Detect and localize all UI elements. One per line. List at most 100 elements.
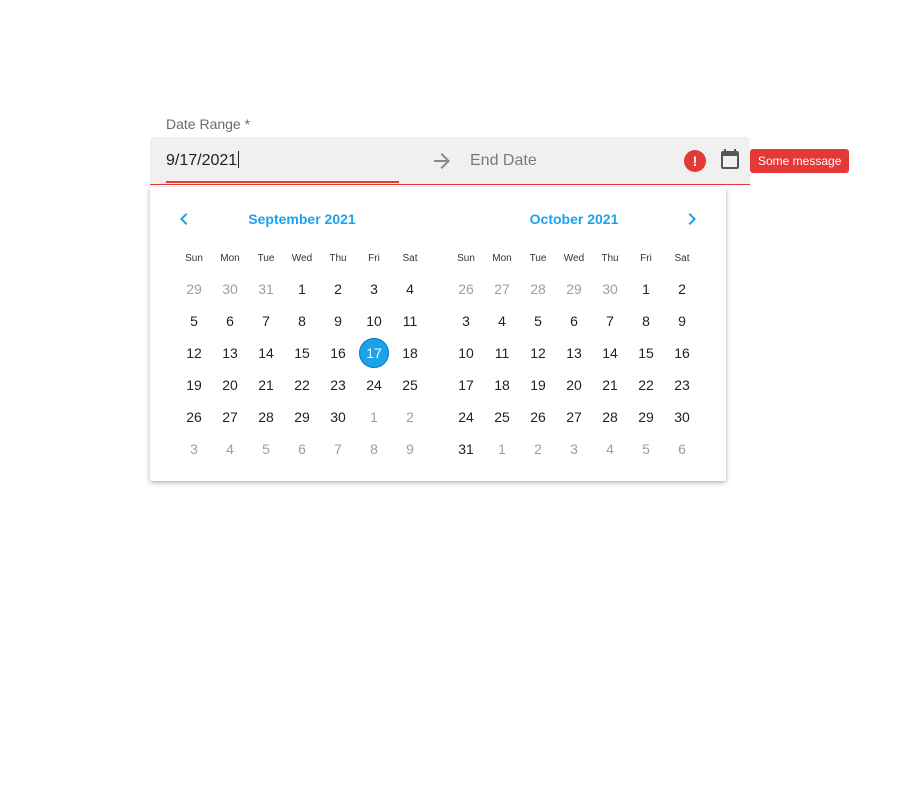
day-cell[interactable]: 1	[628, 273, 664, 305]
day-cell[interactable]: 28	[248, 401, 284, 433]
day-cell[interactable]: 9	[392, 433, 428, 465]
day-cell[interactable]: 12	[176, 337, 212, 369]
start-date-input[interactable]: 9/17/2021	[166, 137, 399, 183]
day-cell[interactable]: 30	[212, 273, 248, 305]
day-cell[interactable]: 26	[176, 401, 212, 433]
day-cell[interactable]: 1	[356, 401, 392, 433]
day-number: 9	[678, 313, 686, 329]
day-cell[interactable]: 29	[556, 273, 592, 305]
day-cell[interactable]: 27	[484, 273, 520, 305]
day-cell[interactable]: 10	[356, 305, 392, 337]
day-cell[interactable]: 26	[520, 401, 556, 433]
day-number: 26	[186, 409, 202, 425]
day-cell[interactable]: 6	[664, 433, 700, 465]
day-cell[interactable]: 4	[484, 305, 520, 337]
day-cell[interactable]: 31	[248, 273, 284, 305]
day-cell[interactable]: 19	[520, 369, 556, 401]
error-tooltip: Some message	[750, 149, 850, 173]
day-cell[interactable]: 12	[520, 337, 556, 369]
day-cell[interactable]: 10	[448, 337, 484, 369]
day-cell[interactable]: 16	[664, 337, 700, 369]
day-cell[interactable]: 6	[284, 433, 320, 465]
day-cell[interactable]: 27	[212, 401, 248, 433]
day-cell[interactable]: 24	[356, 369, 392, 401]
day-cell[interactable]: 26	[448, 273, 484, 305]
day-cell[interactable]: 20	[212, 369, 248, 401]
day-cell[interactable]: 5	[176, 305, 212, 337]
day-cell[interactable]: 23	[664, 369, 700, 401]
day-cell[interactable]: 25	[484, 401, 520, 433]
day-cell[interactable]: 8	[284, 305, 320, 337]
day-cell[interactable]: 5	[520, 305, 556, 337]
day-cell[interactable]: 15	[284, 337, 320, 369]
day-cell[interactable]: 30	[320, 401, 356, 433]
day-cell[interactable]: 30	[664, 401, 700, 433]
day-cell[interactable]: 16	[320, 337, 356, 369]
day-cell[interactable]: 22	[628, 369, 664, 401]
day-cell[interactable]: 14	[592, 337, 628, 369]
day-cell[interactable]: 6	[212, 305, 248, 337]
day-cell[interactable]: 8	[628, 305, 664, 337]
day-cell[interactable]: 4	[212, 433, 248, 465]
day-cell[interactable]: 25	[392, 369, 428, 401]
day-cell[interactable]: 21	[248, 369, 284, 401]
day-cell[interactable]: 14	[248, 337, 284, 369]
day-cell[interactable]: 28	[592, 401, 628, 433]
day-cell[interactable]: 24	[448, 401, 484, 433]
day-cell[interactable]: 7	[592, 305, 628, 337]
day-cell[interactable]: 11	[484, 337, 520, 369]
day-cell[interactable]: 23	[320, 369, 356, 401]
day-cell[interactable]: 3	[448, 305, 484, 337]
day-cell[interactable]: 3	[176, 433, 212, 465]
day-number: 17	[359, 338, 389, 368]
day-cell[interactable]: 30	[592, 273, 628, 305]
day-cell[interactable]: 5	[628, 433, 664, 465]
day-cell[interactable]: 4	[592, 433, 628, 465]
day-cell[interactable]: 2	[520, 433, 556, 465]
day-number: 23	[674, 377, 690, 393]
day-cell[interactable]: 2	[320, 273, 356, 305]
day-cell[interactable]: 3	[556, 433, 592, 465]
day-cell[interactable]: 19	[176, 369, 212, 401]
day-cell[interactable]: 15	[628, 337, 664, 369]
day-cell[interactable]: 27	[556, 401, 592, 433]
day-cell[interactable]: 5	[248, 433, 284, 465]
day-grid: 26 27 28 29 30 1 2 3 4 5 6 7 8 9 10 11 12 13 14 15 16 17 18 19 2…	[448, 273, 700, 465]
day-cell[interactable]: 17	[448, 369, 484, 401]
day-cell[interactable]: 29	[176, 273, 212, 305]
day-cell[interactable]: 18	[392, 337, 428, 369]
day-cell[interactable]: 28	[520, 273, 556, 305]
day-cell[interactable]: 2	[664, 273, 700, 305]
day-cell[interactable]: 6	[556, 305, 592, 337]
day-cell[interactable]: 8	[356, 433, 392, 465]
day-cell[interactable]: 2	[392, 401, 428, 433]
day-cell[interactable]: 7	[320, 433, 356, 465]
end-date-input[interactable]: End Date	[470, 137, 537, 184]
day-cell[interactable]: 31	[448, 433, 484, 465]
day-cell[interactable]: 13	[212, 337, 248, 369]
day-cell[interactable]: 22	[284, 369, 320, 401]
day-number: 1	[370, 409, 378, 425]
day-cell[interactable]: 21	[592, 369, 628, 401]
day-cell[interactable]: 7	[248, 305, 284, 337]
month-title: September 2021	[248, 211, 356, 227]
day-cell[interactable]: 1	[484, 433, 520, 465]
day-number: 2	[406, 409, 414, 425]
day-cell[interactable]: 29	[628, 401, 664, 433]
calendar-icon[interactable]	[718, 148, 742, 172]
day-cell[interactable]: 18	[484, 369, 520, 401]
weekday-label: Thu	[601, 253, 619, 264]
day-cell[interactable]: 4	[392, 273, 428, 305]
day-number: 29	[638, 409, 654, 425]
day-cell[interactable]: 9	[664, 305, 700, 337]
day-cell[interactable]: 13	[556, 337, 592, 369]
weekday-label: Sat	[674, 253, 690, 264]
day-cell[interactable]: 20	[556, 369, 592, 401]
day-cell[interactable]: 11	[392, 305, 428, 337]
day-cell[interactable]: 3	[356, 273, 392, 305]
day-cell[interactable]: 9	[320, 305, 356, 337]
day-cell[interactable]: 29	[284, 401, 320, 433]
selected-day-cell[interactable]: 17	[356, 337, 392, 369]
day-cell[interactable]: 1	[284, 273, 320, 305]
error-icon[interactable]: !	[684, 150, 706, 172]
